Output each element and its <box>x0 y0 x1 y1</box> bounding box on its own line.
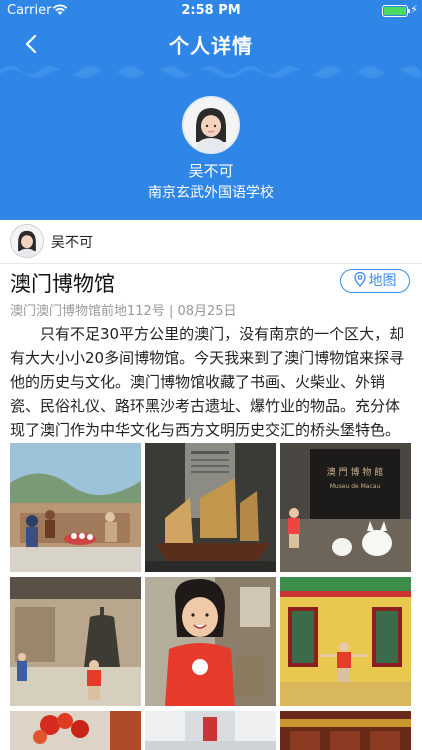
red-flowers-photo[interactable] <box>10 711 141 750</box>
sign-chinese-text: 澳 門 博 物 館 <box>327 466 383 478</box>
girl-closeup-photo[interactable] <box>145 577 276 706</box>
diorama-photo[interactable] <box>10 443 141 572</box>
yellow-building-photo[interactable] <box>280 577 411 706</box>
location-pin-icon <box>353 272 366 287</box>
museum-sign-photo[interactable]: 澳 門 博 物 館 Museu de Macau <box>280 443 411 572</box>
charging-icon: ⚡ <box>410 3 418 16</box>
author-avatar[interactable] <box>10 224 44 258</box>
bell-exhibit-photo[interactable] <box>10 577 141 706</box>
profile-name: 吴不可 <box>188 162 234 180</box>
girl-portrait-icon <box>184 98 238 152</box>
status-time: 2:58 PM <box>181 3 241 18</box>
status-bar: Carrier 2:58 PM ⚡ <box>0 0 422 22</box>
map-button-label: 地图 <box>368 273 397 289</box>
profile-header: Carrier 2:58 PM ⚡ 个人详情 吴不可 南京玄武外国语学校 <box>0 0 422 220</box>
nav-bar: 个人详情 <box>0 22 422 66</box>
sign-english-text: Museu de Macau <box>330 483 381 490</box>
battery-icon <box>382 5 410 17</box>
post-meta: 澳门澳门博物馆前地112号 | 08月25日 <box>10 304 237 319</box>
post-title: 澳门博物馆 <box>10 272 115 296</box>
white-hall-photo[interactable] <box>145 711 276 750</box>
girl-portrait-icon <box>11 225 43 257</box>
profile-school: 南京玄武外国语学校 <box>148 185 274 201</box>
junk-ship-model-photo[interactable] <box>145 443 276 572</box>
post-body: 只有不足30平方公里的澳门，没有南京的一个区大，却有大大小小20多间博物馆。今天… <box>10 325 405 439</box>
red-decor-photo[interactable] <box>280 711 411 750</box>
author-name: 吴不可 <box>51 235 93 251</box>
page-title: 个人详情 <box>169 34 253 58</box>
profile-avatar[interactable] <box>182 96 240 154</box>
map-button[interactable]: 地图 <box>340 269 410 293</box>
author-row[interactable]: 吴不可 <box>0 220 422 264</box>
